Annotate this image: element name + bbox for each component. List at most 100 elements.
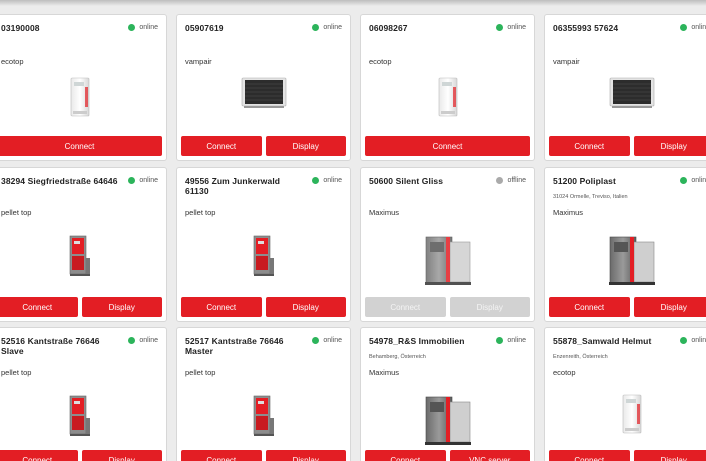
card-actions: Connect [365, 136, 530, 156]
device-card: 49556 Zum Junkerwald 61130 online pellet t… [176, 167, 351, 322]
status-label: online [323, 337, 342, 344]
status-dot-icon [312, 24, 320, 31]
connect-button[interactable]: Connect [549, 297, 630, 317]
status-label: online [691, 337, 706, 344]
connect-button[interactable]: Connect [365, 136, 530, 156]
display-button[interactable]: Display [633, 450, 706, 461]
card-actions: Connect VNC server [365, 450, 530, 461]
display-button[interactable]: Display [265, 297, 346, 317]
device-card: 06355993 57624 online vampair ConnectDispla… [544, 14, 706, 161]
card-actions: Connect [0, 136, 162, 156]
device-title: 06098267 [369, 23, 408, 33]
vnc-server-button[interactable]: VNC server [449, 450, 530, 461]
device-title: 52517 Kantstraße 76646 Master [185, 336, 284, 356]
device-address: Enzenreith, Österreich [553, 354, 608, 360]
device-image [0, 394, 166, 438]
card-actions: Connect Display [0, 450, 162, 461]
status-label: online [139, 177, 158, 184]
device-card: 55878_Samwald Helmut online Enzenreith, Ös… [544, 327, 706, 461]
status-dot-icon [680, 177, 688, 184]
connect-button[interactable]: Connect [549, 450, 630, 461]
device-card: 06098267 online ecotop Connect [360, 14, 535, 161]
product-name: Maximus [369, 208, 400, 217]
status-dot-icon [128, 337, 136, 344]
product-name: vampair [553, 57, 580, 66]
device-title: 50600 Silent Gliss [369, 176, 444, 186]
status-label: online [323, 177, 342, 184]
product-name: pellet top [185, 368, 216, 377]
card-actions: Connect Display [181, 450, 346, 461]
status-dot-icon [312, 337, 320, 344]
device-card: 03190008 online ecotop Connect [0, 14, 167, 161]
device-card: 05907619 online vampair Connect Display [176, 14, 351, 161]
status-dot-icon [680, 24, 688, 31]
device-card: 50600 Silent Gliss offline Maximus Connect D… [360, 167, 535, 322]
status-indicator: online [496, 337, 526, 344]
device-card: 54978_R&S Immobilien online Behamberg, Öst… [360, 327, 535, 461]
device-card: 52517 Kantstraße 76646 Master online pelle… [176, 327, 351, 461]
product-name: pellet top [1, 368, 32, 377]
connect-button[interactable]: Connect [549, 136, 630, 156]
device-card: 38294 Siegfriedstraße 64646 online pellet … [0, 167, 167, 322]
display-button[interactable]: Display [81, 297, 162, 317]
device-title: 52516 Kantstraße 76646 Slave [1, 336, 100, 356]
device-image [545, 77, 706, 109]
status-dot-icon [128, 177, 136, 184]
card-actions: Connect Display [181, 136, 346, 156]
status-indicator: offline [496, 177, 526, 184]
top-shadow [0, 0, 706, 6]
status-dot-icon [496, 337, 504, 344]
device-title: 03190008 [1, 23, 40, 33]
status-indicator: online [312, 24, 342, 31]
display-button[interactable]: Display [633, 297, 706, 317]
display-button[interactable]: Display [265, 450, 346, 461]
status-indicator: online [680, 337, 706, 344]
card-actions: Connect Display [549, 450, 706, 461]
connect-button[interactable]: Connect [0, 297, 78, 317]
status-indicator: online [680, 177, 706, 184]
device-title: 06355993 57624 [553, 23, 619, 33]
status-label: online [139, 337, 158, 344]
connect-button[interactable]: Connect [365, 450, 446, 461]
connect-button[interactable]: Connect [0, 450, 78, 461]
device-image [361, 234, 534, 286]
connect-button[interactable]: Connect [181, 136, 262, 156]
display-button: Display [449, 297, 530, 317]
device-dashboard: 03190008 online ecotop Connect 05907619 onlin… [0, 0, 706, 461]
device-image [545, 394, 706, 434]
status-label: online [691, 24, 706, 31]
product-name: pellet top [1, 208, 32, 217]
display-button[interactable]: Display [633, 136, 706, 156]
display-button[interactable]: Display [265, 136, 346, 156]
status-indicator: online [128, 177, 158, 184]
device-title: 51200 Poliplast [553, 176, 616, 186]
product-name: pellet top [185, 208, 216, 217]
display-button[interactable]: Display [81, 450, 162, 461]
device-image [177, 77, 350, 109]
connect-button[interactable]: Connect [0, 136, 162, 156]
connect-button[interactable]: Connect [181, 297, 262, 317]
status-dot-icon [128, 24, 136, 31]
connect-button[interactable]: Connect [181, 450, 262, 461]
card-actions: Connect Display [549, 297, 706, 317]
device-title: 55878_Samwald Helmut [553, 336, 652, 346]
device-image [177, 234, 350, 278]
device-image [0, 234, 166, 278]
device-image [177, 394, 350, 438]
status-indicator: online [312, 337, 342, 344]
status-label: online [323, 24, 342, 31]
status-indicator: online [496, 24, 526, 31]
card-actions: Connect Display [181, 297, 346, 317]
status-dot-icon [680, 337, 688, 344]
product-name: Maximus [553, 208, 584, 217]
device-image [545, 234, 706, 286]
device-image [0, 77, 166, 117]
card-actions: Connect Display [365, 297, 530, 317]
device-title: 38294 Siegfriedstraße 64646 [1, 176, 118, 186]
device-image [361, 394, 534, 446]
device-card: 52516 Kantstraße 76646 Slave online pellet… [0, 327, 167, 461]
status-indicator: online [128, 24, 158, 31]
card-actions: Connect Display [0, 297, 162, 317]
status-dot-icon [496, 24, 504, 31]
status-dot-icon [496, 177, 504, 184]
